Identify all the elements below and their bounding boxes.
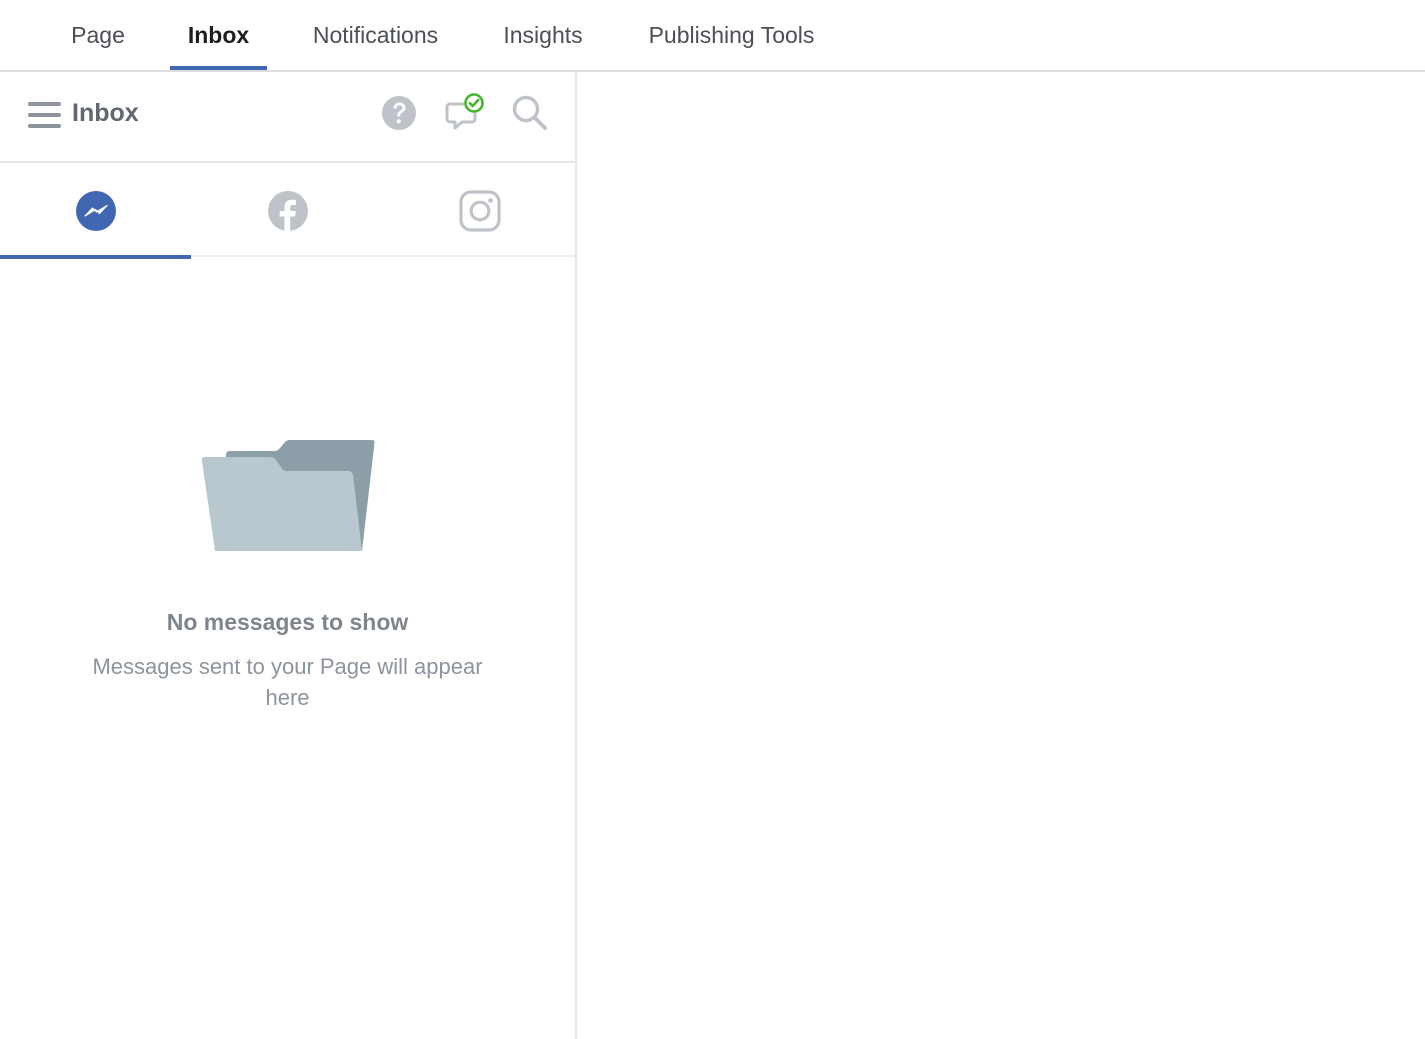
tab-instagram[interactable] [384,165,575,257]
messenger-icon [75,191,116,231]
empty-state-title: No messages to show [166,609,409,635]
conversation-panel [577,72,1425,1039]
empty-state-subtitle: Messages sent to your Page will appear h… [92,654,483,710]
facebook-icon [267,191,308,231]
tab-notifications[interactable]: Notifications [298,0,453,70]
help-icon[interactable] [381,95,417,131]
tab-facebook[interactable] [192,165,383,257]
tab-page[interactable]: Page [52,0,144,70]
tab-messenger[interactable] [0,165,191,259]
tab-inbox[interactable]: Inbox [170,0,267,70]
top-navigation: Page Inbox Notifications Insights Publis… [0,0,1425,72]
folder-icon [201,440,375,551]
inbox-panel: Inbox No messages to show Messages sent … [0,72,577,1039]
inbox-header: Inbox [0,72,575,163]
hamburger-menu-icon[interactable] [28,100,62,130]
inbox-title: Inbox [72,99,139,127]
search-icon[interactable] [511,94,549,132]
empty-state: No messages to show Messages sent to you… [0,257,575,857]
tab-publishing-tools[interactable]: Publishing Tools [633,0,830,70]
tab-insights[interactable]: Insights [487,0,599,70]
comments-check-icon[interactable] [444,91,488,133]
instagram-icon [458,190,501,232]
channel-tabs [0,165,575,259]
